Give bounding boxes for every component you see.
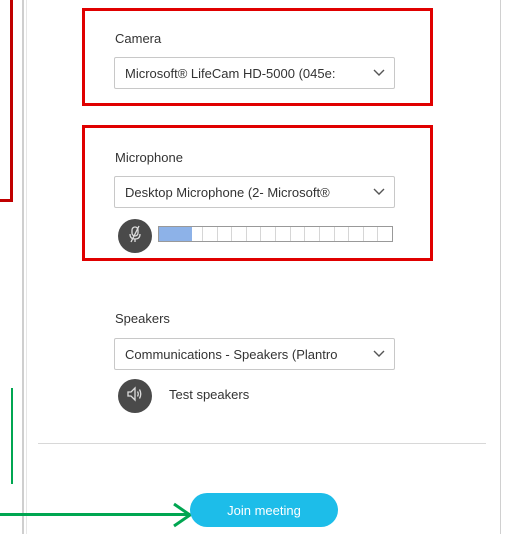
speakers-select-value: Communications - Speakers (Plantro	[125, 346, 338, 362]
test-speakers-label[interactable]: Test speakers	[169, 387, 249, 402]
speakers-label: Speakers	[115, 311, 170, 326]
speaker-icon	[126, 385, 144, 407]
meter-cell	[305, 227, 320, 241]
speakers-select[interactable]: Communications - Speakers (Plantro	[114, 338, 395, 370]
annotation-bar-green	[0, 388, 13, 484]
meter-cell	[218, 227, 233, 241]
chevron-down-icon	[372, 66, 386, 80]
microphone-select-value: Desktop Microphone (2- Microsoft®	[125, 184, 330, 200]
mic-muted-icon	[127, 225, 143, 248]
microphone-level-meter	[158, 226, 393, 242]
microphone-label: Microphone	[115, 150, 183, 165]
mic-mute-button[interactable]	[118, 219, 152, 253]
meter-cell	[247, 227, 262, 241]
section-divider	[38, 443, 486, 444]
meter-cell	[320, 227, 335, 241]
meter-cell	[203, 227, 218, 241]
meter-cell	[349, 227, 364, 241]
camera-select[interactable]: Microsoft® LifeCam HD-5000 (045e:	[114, 57, 395, 89]
microphone-select[interactable]: Desktop Microphone (2- Microsoft®	[114, 176, 395, 208]
microphone-level-fill	[159, 227, 192, 241]
meter-cell	[261, 227, 276, 241]
meter-cell	[276, 227, 291, 241]
left-divider	[22, 0, 24, 534]
meter-cell	[335, 227, 350, 241]
annotation-bracket-red	[0, 0, 13, 202]
meter-cell	[364, 227, 379, 241]
camera-select-value: Microsoft® LifeCam HD-5000 (045e:	[125, 65, 336, 81]
meter-cell	[378, 227, 392, 241]
chevron-down-icon	[372, 347, 386, 361]
join-meeting-button[interactable]: Join meeting	[190, 493, 338, 527]
meter-cell	[291, 227, 306, 241]
panel-right-border	[500, 0, 501, 534]
camera-label: Camera	[115, 31, 162, 46]
test-speakers-button[interactable]	[118, 379, 152, 413]
annotation-arrow-line	[0, 513, 190, 516]
chevron-down-icon	[372, 185, 386, 199]
meter-cell	[232, 227, 247, 241]
